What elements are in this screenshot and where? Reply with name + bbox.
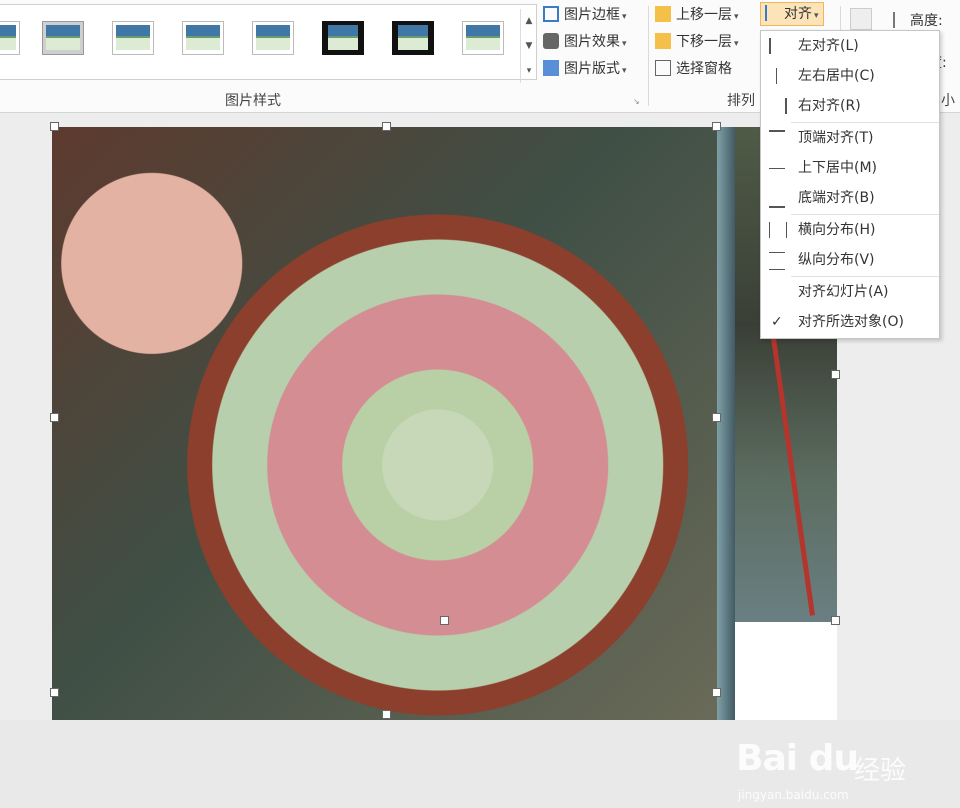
- picture-border-icon: [543, 6, 559, 22]
- resize-handle[interactable]: [831, 616, 840, 625]
- selection-pane-button[interactable]: 选择窗格: [655, 58, 732, 80]
- resize-handle[interactable]: [712, 122, 721, 131]
- picture-layout-button[interactable]: 图片版式 ▾: [543, 58, 627, 80]
- picture-style-thumb[interactable]: [462, 21, 504, 55]
- resize-handle[interactable]: [382, 710, 391, 719]
- menu-item-align-to-slide[interactable]: 对齐幻灯片(A): [761, 277, 939, 307]
- menu-item-align-center[interactable]: 左右居中(C): [761, 61, 939, 91]
- dialog-launcher-icon[interactable]: ↘: [633, 97, 640, 106]
- picture-style-thumb[interactable]: [322, 21, 364, 55]
- menu-item-align-right[interactable]: 右对齐(R): [761, 91, 939, 121]
- bring-forward-button[interactable]: 上移一层 ▾: [655, 4, 739, 26]
- gallery-up-icon[interactable]: ▲: [521, 9, 537, 33]
- checkmark-icon: ✓: [771, 314, 783, 330]
- resize-handle[interactable]: [50, 413, 59, 422]
- succulent-photo[interactable]: [52, 127, 717, 720]
- send-backward-button[interactable]: 下移一层 ▾: [655, 31, 739, 53]
- photo-edge-strip: [717, 127, 735, 720]
- arrange-group-label: 排列: [727, 93, 755, 109]
- align-right-icon: [769, 98, 787, 114]
- picture-effects-icon: [543, 33, 559, 49]
- menu-item-distribute-horizontal[interactable]: 横向分布(H): [761, 215, 939, 245]
- chevron-down-icon: ▾: [814, 11, 819, 21]
- menu-item-align-bottom[interactable]: 底端对齐(B): [761, 183, 939, 213]
- group-separator: [648, 6, 649, 106]
- distribute-vertical-icon: [769, 252, 785, 270]
- distribute-horizontal-icon: [769, 222, 787, 238]
- align-top-icon: [769, 130, 785, 148]
- bring-forward-icon: [655, 6, 671, 22]
- align-icon: [765, 5, 779, 21]
- chevron-down-icon: ▾: [622, 39, 627, 49]
- picture-styles-group-label: 图片样式: [225, 93, 281, 109]
- height-icon: [893, 12, 905, 28]
- menu-item-align-left[interactable]: 左对齐(L): [761, 31, 939, 61]
- gallery-scrollbar[interactable]: ▲ ▼ ▾: [520, 9, 537, 83]
- height-field-label: 高度:: [893, 10, 943, 32]
- size-group-label: 小: [941, 93, 955, 109]
- picture-effects-button[interactable]: 图片效果 ▾: [543, 31, 627, 53]
- menu-item-align-selected[interactable]: ✓ 对齐所选对象(O): [761, 307, 939, 337]
- chevron-down-icon: ▾: [622, 12, 627, 22]
- gallery-more-icon[interactable]: ▾: [521, 59, 537, 83]
- picture-style-thumb[interactable]: [252, 21, 294, 55]
- picture-style-thumb[interactable]: [182, 21, 224, 55]
- align-middle-icon: [769, 168, 785, 170]
- picture-style-thumb[interactable]: [112, 21, 154, 55]
- resize-handle[interactable]: [712, 688, 721, 697]
- watermark-url: jingyan.baidu.com: [738, 788, 849, 802]
- menu-item-distribute-vertical[interactable]: 纵向分布(V): [761, 245, 939, 275]
- resize-handle[interactable]: [712, 413, 721, 422]
- picture-border-button[interactable]: 图片边框 ▾: [543, 4, 627, 26]
- align-left-icon: [769, 38, 787, 54]
- watermark-brand-cn: 经验: [854, 756, 907, 786]
- resize-handle[interactable]: [440, 616, 449, 625]
- baidu-watermark: Bai du 经验 jingyan.baidu.com: [736, 728, 916, 808]
- align-center-icon: [776, 68, 778, 84]
- menu-item-align-top[interactable]: 顶端对齐(T): [761, 123, 939, 153]
- selection-pane-icon: [655, 60, 671, 76]
- picture-style-thumb[interactable]: [0, 21, 20, 55]
- resize-handle[interactable]: [382, 122, 391, 131]
- align-bottom-icon: [769, 190, 785, 208]
- picture-style-thumb-selected[interactable]: [42, 21, 84, 55]
- picture-layout-icon: [543, 60, 559, 76]
- align-dropdown-menu: 左对齐(L) 左右居中(C) 右对齐(R) 顶端对齐(T) 上下居中(M) 底端…: [760, 30, 940, 339]
- picture-styles-gallery: ▲ ▼ ▾: [0, 4, 537, 83]
- chevron-down-icon: ▾: [622, 66, 627, 76]
- resize-handle[interactable]: [50, 688, 59, 697]
- chevron-down-icon: ▾: [734, 12, 739, 22]
- picture-style-thumb[interactable]: [392, 21, 434, 55]
- watermark-brand: Bai du: [736, 738, 859, 779]
- align-button[interactable]: 对齐 ▾: [760, 2, 824, 26]
- resize-handle[interactable]: [50, 122, 59, 131]
- resize-handle[interactable]: [831, 370, 840, 379]
- menu-item-align-middle[interactable]: 上下居中(M): [761, 153, 939, 183]
- send-backward-icon: [655, 33, 671, 49]
- crop-icon[interactable]: [850, 8, 872, 30]
- gallery-down-icon[interactable]: ▼: [521, 34, 537, 58]
- chevron-down-icon: ▾: [734, 39, 739, 49]
- slide[interactable]: [52, 127, 837, 720]
